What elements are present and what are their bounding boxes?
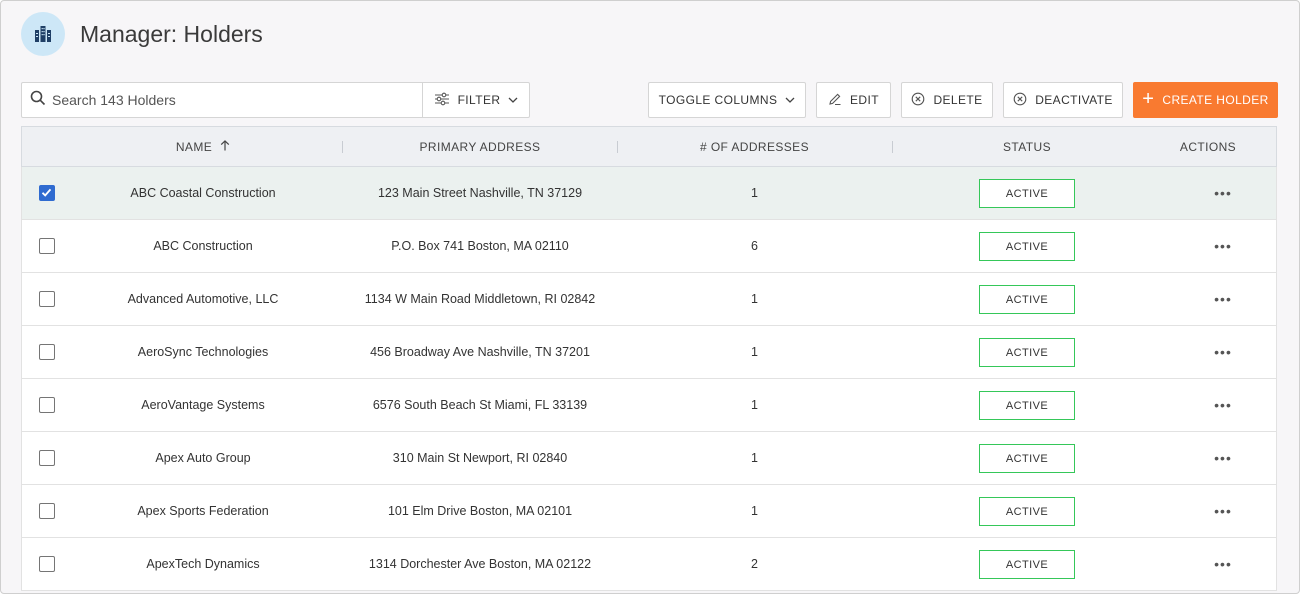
primary-address: P.O. Box 741 Boston, MA 02110 <box>391 239 569 253</box>
holder-name: Advanced Automotive, LLC <box>127 292 279 306</box>
edit-button[interactable]: EDIT <box>816 82 891 118</box>
page-title: Manager: Holders <box>80 20 263 47</box>
holder-name: ABC Construction <box>153 239 253 253</box>
table-row[interactable]: Advanced Automotive, LLC 1134 W Main Roa… <box>21 273 1277 326</box>
holder-name: Apex Sports Federation <box>137 504 269 518</box>
holder-name: AeroSync Technologies <box>137 345 269 359</box>
column-header-status[interactable]: STATUS <box>979 127 1075 166</box>
more-actions-icon[interactable]: ••• <box>1208 273 1238 325</box>
more-actions-icon[interactable]: ••• <box>1208 485 1238 537</box>
create-holder-button[interactable]: + CREATE HOLDER <box>1133 82 1278 118</box>
more-actions-icon[interactable]: ••• <box>1208 220 1238 272</box>
status-badge: ACTIVE <box>979 179 1075 208</box>
filter-button[interactable]: FILTER <box>422 82 530 118</box>
plus-icon: + <box>1142 88 1155 110</box>
table-body: ABC Coastal Construction 123 Main Street… <box>21 167 1277 591</box>
table-row[interactable]: ApexTech Dynamics 1314 Dorchester Ave Bo… <box>21 538 1277 591</box>
toggle-columns-button[interactable]: TOGGLE COLUMNS <box>648 82 806 118</box>
search-box[interactable] <box>21 82 423 118</box>
status-badge: ACTIVE <box>979 285 1075 314</box>
chevron-down-icon <box>508 93 518 107</box>
close-circle-icon <box>1013 92 1027 109</box>
status-badge: ACTIVE <box>979 338 1075 367</box>
address-count: 1 <box>751 504 758 518</box>
address-count: 2 <box>751 557 758 571</box>
address-count: 1 <box>751 398 758 412</box>
primary-address: 456 Broadway Ave Nashville, TN 37201 <box>370 345 590 359</box>
holder-name: ApexTech Dynamics <box>146 557 260 571</box>
edit-label: EDIT <box>850 93 879 107</box>
holder-name: Apex Auto Group <box>155 451 251 465</box>
sliders-icon <box>434 92 450 109</box>
primary-address: 123 Main Street Nashville, TN 37129 <box>377 186 583 200</box>
primary-address: 1314 Dorchester Ave Boston, MA 02122 <box>368 557 592 571</box>
table-row[interactable]: AeroSync Technologies 456 Broadway Ave N… <box>21 326 1277 379</box>
deactivate-button[interactable]: DEACTIVATE <box>1003 82 1123 118</box>
table-row[interactable]: ABC Construction P.O. Box 741 Boston, MA… <box>21 220 1277 273</box>
holder-name: AeroVantage Systems <box>141 398 265 412</box>
status-badge: ACTIVE <box>979 391 1075 420</box>
primary-address: 6576 South Beach St Miami, FL 33139 <box>372 398 588 412</box>
more-actions-icon[interactable]: ••• <box>1208 432 1238 484</box>
toggle-columns-label: TOGGLE COLUMNS <box>658 93 778 107</box>
address-count: 6 <box>751 239 758 253</box>
column-header-num-addresses[interactable]: # OF ADDRESSES <box>617 127 892 166</box>
chevron-down-icon <box>785 93 795 107</box>
holder-name: ABC Coastal Construction <box>130 186 276 200</box>
app-window: Manager: Holders FILTER TOGGL <box>0 0 1300 594</box>
primary-address: 310 Main St Newport, RI 02840 <box>392 451 568 465</box>
primary-address: 1134 W Main Road Middletown, RI 02842 <box>364 292 596 306</box>
address-count: 1 <box>751 451 758 465</box>
column-header-name[interactable]: NAME <box>22 127 384 166</box>
table-header: NAME PRIMARY ADDRESS # OF ADDRESSES STAT… <box>21 126 1277 167</box>
more-actions-icon[interactable]: ••• <box>1208 379 1238 431</box>
status-badge: ACTIVE <box>979 497 1075 526</box>
column-header-actions: ACTIONS <box>1168 127 1248 166</box>
column-header-primary-address[interactable]: PRIMARY ADDRESS <box>342 127 618 166</box>
search-input[interactable] <box>52 92 402 108</box>
column-label-primary-address: PRIMARY ADDRESS <box>419 139 541 154</box>
table-row[interactable]: AeroVantage Systems 6576 South Beach St … <box>21 379 1277 432</box>
table-row[interactable]: Apex Auto Group 310 Main St Newport, RI … <box>21 432 1277 485</box>
search-icon <box>30 90 46 111</box>
holders-table: NAME PRIMARY ADDRESS # OF ADDRESSES STAT… <box>21 126 1277 591</box>
address-count: 1 <box>751 186 758 200</box>
column-label-actions: ACTIONS <box>1179 139 1237 154</box>
status-badge: ACTIVE <box>979 444 1075 473</box>
arrow-up-icon <box>220 139 230 154</box>
delete-button[interactable]: DELETE <box>901 82 993 118</box>
page-header: Manager: Holders <box>21 12 263 56</box>
deactivate-label: DEACTIVATE <box>1035 93 1113 107</box>
more-actions-icon[interactable]: ••• <box>1208 167 1238 219</box>
column-label-status: STATUS <box>1003 139 1051 154</box>
status-badge: ACTIVE <box>979 550 1075 579</box>
column-label-num-addresses: # OF ADDRESSES <box>700 139 809 154</box>
table-row[interactable]: Apex Sports Federation 101 Elm Drive Bos… <box>21 485 1277 538</box>
primary-address: 101 Elm Drive Boston, MA 02101 <box>387 504 573 518</box>
more-actions-icon[interactable]: ••• <box>1208 326 1238 378</box>
column-label-name: NAME <box>175 139 213 154</box>
delete-label: DELETE <box>933 93 983 107</box>
table-row[interactable]: ABC Coastal Construction 123 Main Street… <box>21 167 1277 220</box>
column-separator <box>892 141 893 153</box>
edit-icon <box>828 92 842 109</box>
close-circle-icon <box>911 92 925 109</box>
more-actions-icon[interactable]: ••• <box>1208 538 1238 590</box>
building-icon <box>21 12 65 56</box>
status-badge: ACTIVE <box>979 232 1075 261</box>
filter-label: FILTER <box>457 93 501 107</box>
create-holder-label: CREATE HOLDER <box>1162 93 1269 107</box>
address-count: 1 <box>751 292 758 306</box>
address-count: 1 <box>751 345 758 359</box>
